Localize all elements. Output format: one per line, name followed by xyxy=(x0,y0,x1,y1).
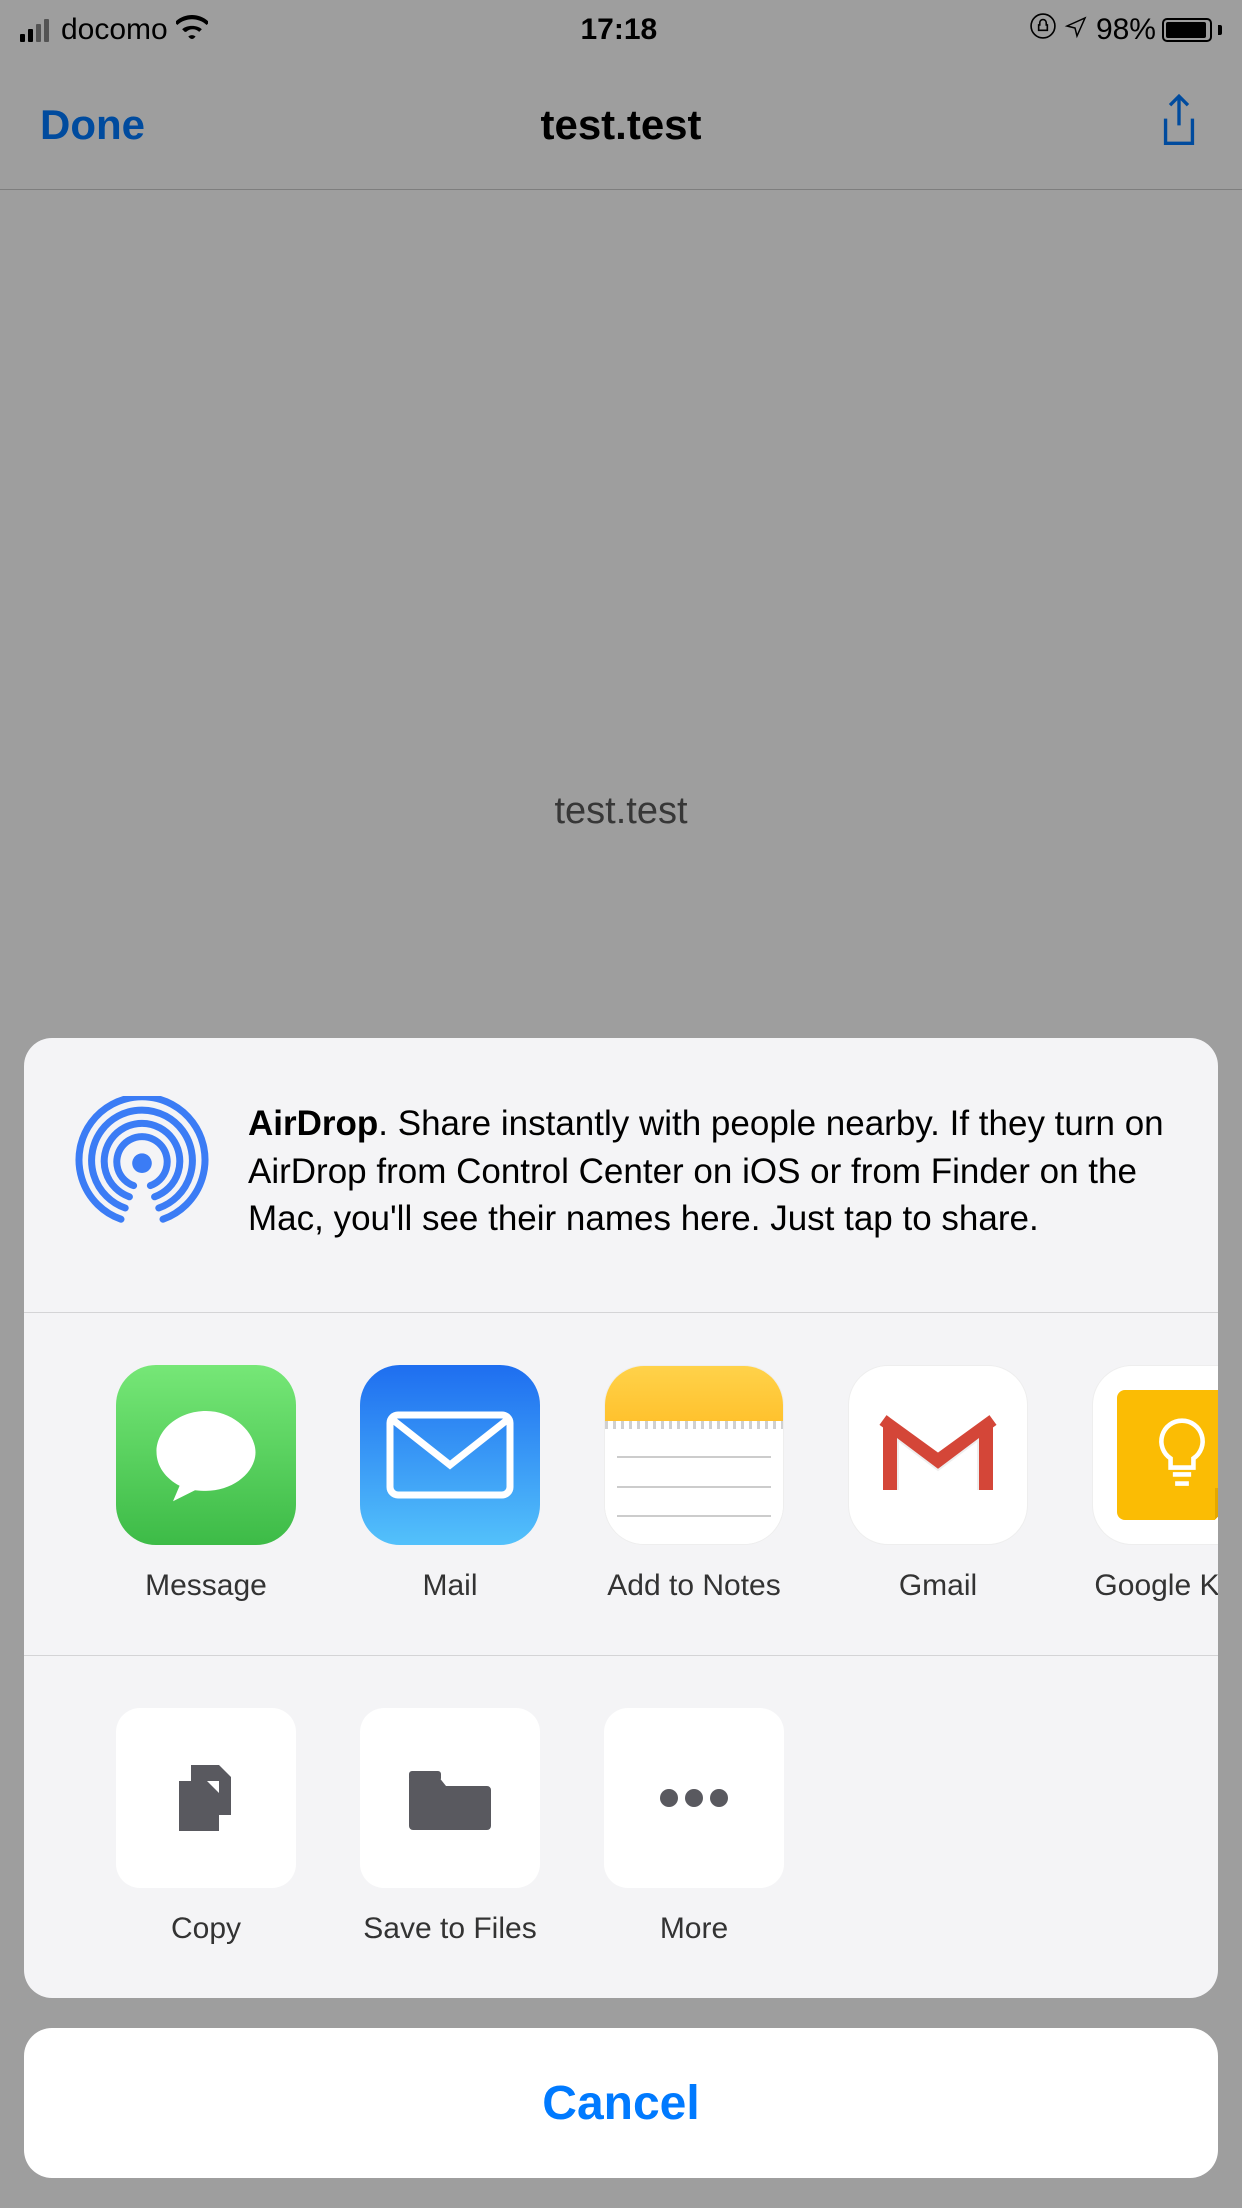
notes-icon xyxy=(604,1365,784,1545)
message-icon xyxy=(116,1365,296,1545)
google-keep-icon xyxy=(1092,1365,1218,1545)
action-label: More xyxy=(660,1912,728,1946)
share-app-label: Mail xyxy=(422,1569,477,1603)
action-label: Copy xyxy=(171,1912,241,1946)
share-app-label: Google Keep xyxy=(1094,1569,1218,1603)
airdrop-title: AirDrop xyxy=(248,1104,378,1143)
airdrop-description: AirDrop. Share instantly with people nea… xyxy=(248,1096,1170,1242)
copy-icon xyxy=(116,1708,296,1888)
share-app-notes[interactable]: Add to Notes xyxy=(572,1365,816,1603)
share-app-label: Gmail xyxy=(899,1569,977,1603)
airdrop-body: . Share instantly with people nearby. If… xyxy=(248,1104,1164,1238)
airdrop-section[interactable]: AirDrop. Share instantly with people nea… xyxy=(24,1038,1218,1313)
share-sheet: AirDrop. Share instantly with people nea… xyxy=(24,1038,1218,1998)
airdrop-icon xyxy=(72,1096,212,1236)
share-app-message[interactable]: Message xyxy=(84,1365,328,1603)
share-app-label: Message xyxy=(145,1569,267,1603)
cancel-button[interactable]: Cancel xyxy=(24,2028,1218,2178)
action-save-to-files[interactable]: Save to Files xyxy=(328,1708,572,1946)
action-copy[interactable]: Copy xyxy=(84,1708,328,1946)
action-more[interactable]: More xyxy=(572,1708,816,1946)
share-apps-row: Message Mail Add to Notes xyxy=(24,1313,1218,1656)
share-app-gmail[interactable]: Gmail xyxy=(816,1365,1060,1603)
action-label: Save to Files xyxy=(363,1912,536,1946)
cancel-label: Cancel xyxy=(542,2076,699,2131)
share-app-google-keep[interactable]: Google Keep xyxy=(1060,1365,1218,1603)
folder-icon xyxy=(360,1708,540,1888)
share-app-mail[interactable]: Mail xyxy=(328,1365,572,1603)
share-app-label: Add to Notes xyxy=(607,1569,780,1603)
mail-icon xyxy=(360,1365,540,1545)
gmail-icon xyxy=(848,1365,1028,1545)
share-actions-row: Copy Save to Files More xyxy=(24,1656,1218,1998)
more-icon xyxy=(604,1708,784,1888)
